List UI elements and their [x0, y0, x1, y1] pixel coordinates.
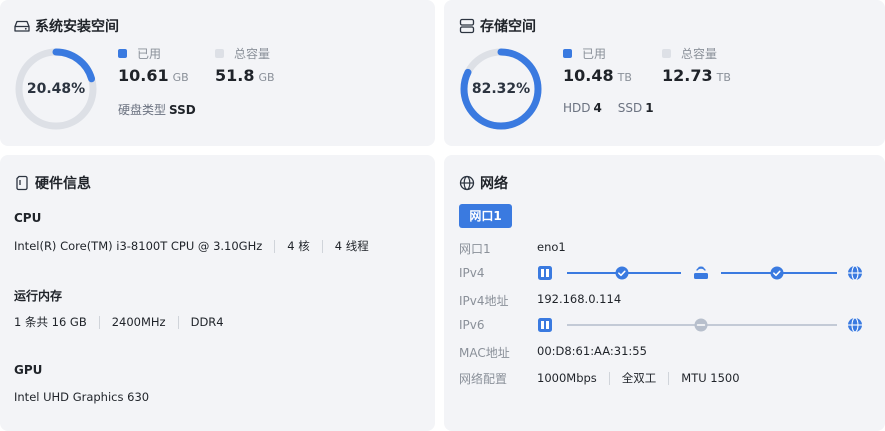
used-label: 已用 [582, 47, 607, 61]
disk-icon [14, 20, 30, 32]
globe-icon [459, 175, 475, 191]
ipv4-label: IPv4 [459, 266, 485, 280]
port-label: 网口1 [459, 242, 491, 256]
disk-counts: HDD 4 SSD 1 [563, 101, 654, 115]
hdd-count: 4 [593, 101, 602, 115]
storage-space-card: 存储空间 82.32% 已用 10.48 TB 总容量 12.73 TB HDD 4 … [444, 0, 885, 146]
nas-device-icon [538, 318, 552, 332]
gpu-model: Intel UHD Graphics 630 [14, 390, 150, 404]
network-title-row: 网络 [459, 173, 508, 193]
network-config-label: 网络配置 [459, 372, 508, 386]
ram-heading: 运行内存 [14, 289, 63, 303]
storage-used-stat: 已用 10.48 TB [563, 45, 632, 85]
tab-port-1[interactable]: 网口1 [459, 204, 512, 228]
divider [177, 315, 179, 329]
hardware-icon [16, 175, 28, 191]
ipv6-connection-diagram [538, 317, 862, 333]
hardware-card: 硬件信息 CPU Intel(R) Core(TM) i3-8100T CPU … [0, 155, 435, 431]
storage-total-stat: 总容量 12.73 TB [662, 45, 731, 85]
system-usage-percent: 20.48% [26, 81, 86, 97]
router-icon [694, 266, 708, 279]
divider [274, 239, 276, 253]
total-label: 总容量 [681, 47, 718, 61]
ram-type: DDR4 [190, 315, 224, 329]
hardware-title-row: 硬件信息 [14, 173, 91, 193]
cpu-model: Intel(R) Core(TM) i3-8100T CPU @ 3.10GHz [14, 239, 263, 253]
system-space-title: 系统安装空间 [35, 19, 119, 35]
check-circle-icon [615, 266, 629, 280]
used-unit: GB [172, 71, 189, 84]
link-speed: 1000Mbps [537, 371, 597, 385]
ram-details: 1 条共 16 GB 2400MHz DDR4 [14, 314, 224, 330]
total-value: 12.73 [662, 66, 713, 85]
ipv4-address-label: IPv4地址 [459, 294, 509, 308]
used-value: 10.48 [563, 66, 614, 85]
minus-circle-icon [694, 318, 708, 332]
divider [98, 315, 100, 329]
cpu-heading: CPU [14, 211, 42, 225]
total-unit: GB [258, 71, 275, 84]
hdd-label: HDD [563, 101, 591, 115]
disk-type-label: 硬盘类型 [118, 103, 167, 117]
system-space-card: 系统安装空间 20.48% 已用 10.61 GB 总容量 51.8 GB 硬盘类型… [0, 0, 435, 146]
ipv6-label: IPv6 [459, 318, 485, 332]
storage-space-title-row: 存储空间 [459, 16, 536, 36]
cpu-details: Intel(R) Core(TM) i3-8100T CPU @ 3.10GHz… [14, 238, 369, 254]
used-legend-swatch [118, 49, 127, 58]
system-used-stat: 已用 10.61 GB [118, 45, 189, 85]
storage-usage-ring: 82.32% [459, 47, 543, 131]
mac-address-label: MAC地址 [459, 346, 510, 360]
system-usage-ring: 20.48% [14, 47, 98, 131]
disk-type: 硬盘类型 SSD [118, 101, 196, 118]
storage-space-title: 存储空间 [480, 19, 536, 35]
mtu: MTU 1500 [681, 371, 740, 385]
divider [321, 239, 323, 253]
globe-icon [848, 265, 862, 281]
ipv4-connection-diagram [538, 265, 862, 281]
divider [608, 371, 610, 385]
used-value: 10.61 [118, 66, 169, 85]
total-legend-swatch [215, 49, 224, 58]
hardware-title: 硬件信息 [35, 176, 91, 192]
network-card: 网络 网口1 网口1 IPv4 IPv4地址 IPv6 MAC地址 网络配置 e… [444, 155, 885, 431]
used-unit: TB [617, 71, 632, 84]
ram-modules: 1 条共 16 GB [14, 315, 87, 329]
check-circle-icon [770, 266, 784, 280]
total-unit: TB [716, 71, 731, 84]
used-legend-swatch [563, 49, 572, 58]
total-legend-swatch [662, 49, 671, 58]
network-title: 网络 [480, 176, 508, 192]
globe-icon [848, 317, 862, 333]
system-total-stat: 总容量 51.8 GB [215, 45, 275, 85]
ssd-label: SSD [617, 101, 643, 115]
ram-speed: 2400MHz [111, 315, 166, 329]
network-config-values: 1000Mbps 全双工 MTU 1500 [537, 370, 740, 386]
system-space-title-row: 系统安装空间 [14, 16, 119, 36]
gpu-details: Intel UHD Graphics 630 [14, 390, 149, 404]
total-label: 总容量 [234, 47, 271, 61]
cpu-cores: 4 核 [287, 239, 310, 253]
disk-type-value: SSD [169, 103, 196, 117]
cpu-threads: 4 线程 [334, 239, 369, 253]
storage-icon [459, 18, 475, 34]
total-value: 51.8 [215, 66, 255, 85]
ipv4-address-value: 192.168.0.114 [537, 292, 622, 306]
ssd-count: 1 [645, 101, 654, 115]
port-value: eno1 [537, 240, 566, 254]
used-label: 已用 [137, 47, 162, 61]
duplex-mode: 全双工 [621, 371, 657, 385]
divider [668, 371, 670, 385]
storage-usage-percent: 82.32% [471, 81, 531, 97]
mac-address-value: 00:D8:61:AA:31:55 [537, 344, 647, 358]
gpu-heading: GPU [14, 363, 43, 377]
nas-device-icon [538, 266, 552, 280]
